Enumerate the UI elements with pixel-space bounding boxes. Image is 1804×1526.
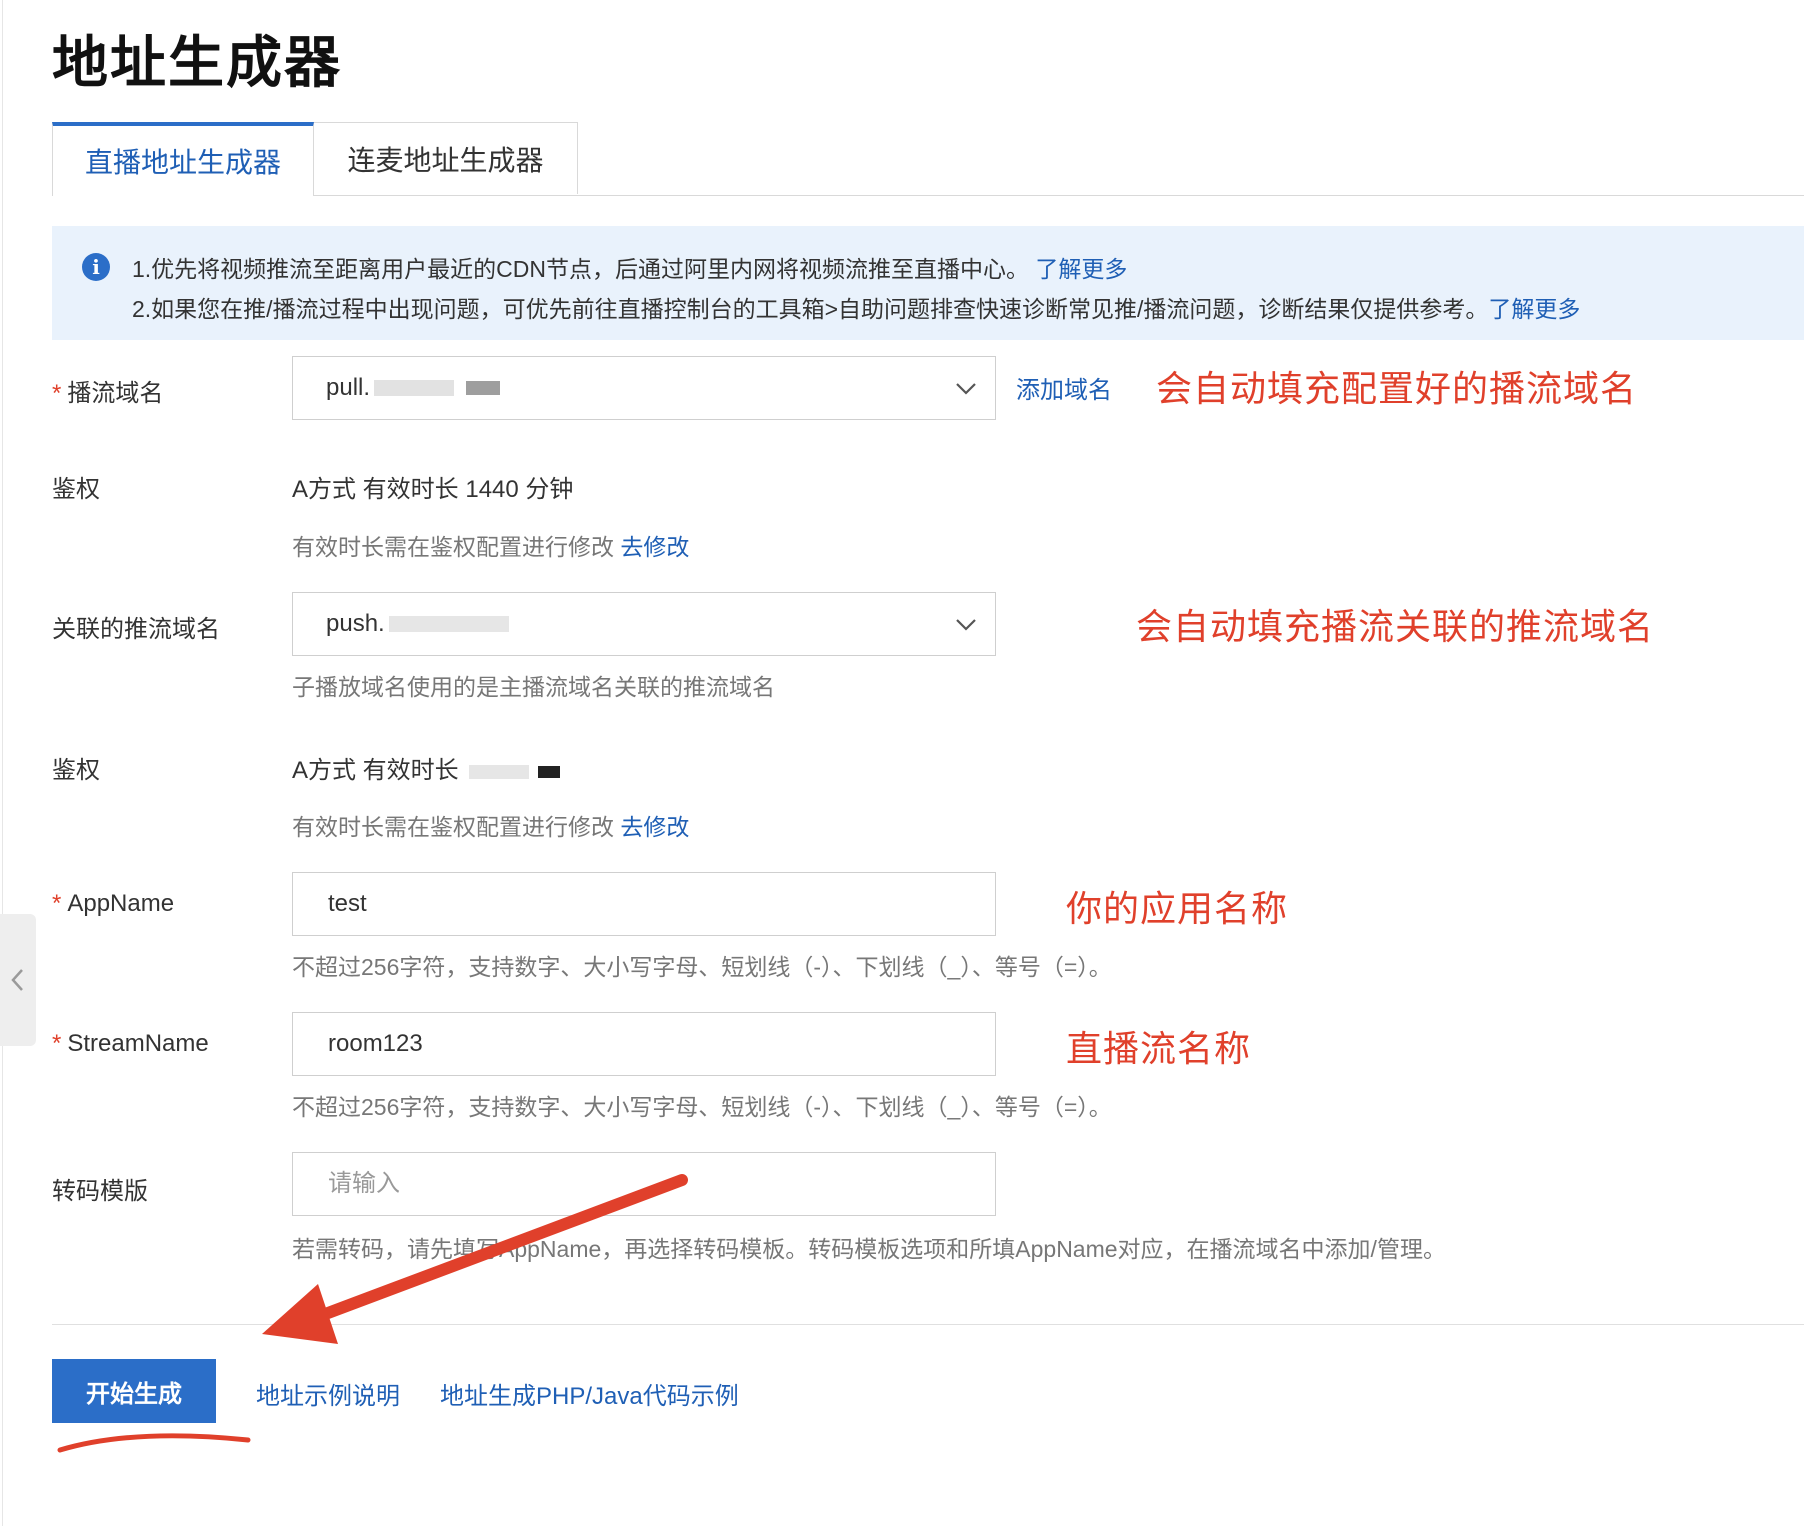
- streamname-hint: 不超过256字符，支持数字、大小写字母、短划线（-）、下划线（_）、等号（=）。: [292, 1094, 1112, 1120]
- transcode-hint: 若需转码，请先填写AppName，再选择转码模板。转码模板选项和所填AppNam…: [292, 1236, 1446, 1262]
- required-mark: *: [52, 1030, 62, 1057]
- redacted-text: [374, 380, 455, 396]
- annotation-underline-icon: [57, 1433, 251, 1453]
- chevron-left-icon: [11, 969, 23, 991]
- annotation-arrowhead-icon: [262, 1284, 338, 1344]
- tab-mic-address-generator[interactable]: 连麦地址生成器: [314, 122, 578, 194]
- transcode-label: 转码模版: [52, 1178, 148, 1205]
- chevron-down-icon: [956, 619, 976, 631]
- learn-more-link-2[interactable]: 了解更多: [1488, 296, 1580, 322]
- auth-hint-2-text: 有效时长需在鉴权配置进行修改: [292, 814, 614, 840]
- auth-label-2: 鉴权: [52, 757, 100, 784]
- redacted-text: [388, 616, 509, 632]
- auth-value-1: A方式 有效时长 1440 分钟: [292, 476, 574, 503]
- code-example-link[interactable]: 地址生成PHP/Java代码示例: [440, 1376, 739, 1411]
- auth-hint-1: 有效时长需在鉴权配置进行修改 去修改: [292, 528, 689, 562]
- annotation-streamname: 直播流名称: [1066, 1028, 1252, 1069]
- auth-hint-1-text: 有效时长需在鉴权配置进行修改: [292, 534, 614, 560]
- pull-domain-label: * 播流域名: [52, 373, 163, 408]
- streamname-input[interactable]: [292, 1012, 996, 1076]
- auth-value-2-text: A方式 有效时长: [292, 757, 459, 784]
- info-line-1-text: 1.优先将视频推流至距离用户最近的CDN节点，后通过阿里内网将视频流推至直播中心…: [132, 256, 1030, 282]
- streamname-label: * StreamName: [52, 1030, 209, 1058]
- push-domain-select[interactable]: push.: [292, 592, 996, 656]
- auth-hint-2: 有效时长需在鉴权配置进行修改 去修改: [292, 808, 689, 842]
- streamname-input-field[interactable]: [326, 1029, 995, 1059]
- modify-link-1[interactable]: 去修改: [620, 534, 689, 560]
- appname-label: * AppName: [52, 890, 174, 918]
- annotation-pull-domain: 会自动填充配置好的播流域名: [1156, 368, 1638, 409]
- start-generate-button[interactable]: 开始生成: [52, 1359, 216, 1423]
- transcode-input-field[interactable]: [326, 1169, 995, 1199]
- address-example-link[interactable]: 地址示例说明: [256, 1376, 400, 1411]
- page-title: 地址生成器: [52, 31, 342, 94]
- required-mark: *: [52, 380, 62, 407]
- tab-live-address-generator[interactable]: 直播地址生成器: [52, 122, 314, 196]
- annotation-push-domain: 会自动填充播流关联的推流域名: [1136, 606, 1655, 647]
- pull-domain-value: pull.: [326, 374, 371, 401]
- info-icon: i: [82, 253, 110, 281]
- redacted-text: [538, 765, 561, 778]
- sidebar-collapse-handle[interactable]: [0, 914, 36, 1046]
- pull-domain-select[interactable]: pull.: [292, 356, 996, 420]
- page-left-edge: [2, 0, 3, 1526]
- learn-more-link-1[interactable]: 了解更多: [1035, 256, 1127, 282]
- appname-hint: 不超过256字符，支持数字、大小写字母、短划线（-）、下划线（_）、等号（=）。: [292, 954, 1112, 980]
- tab-divider: [52, 195, 1804, 196]
- appname-label-text: AppName: [67, 890, 175, 917]
- chevron-down-icon: [956, 383, 976, 395]
- add-domain-link[interactable]: 添加域名: [1016, 370, 1112, 405]
- required-mark: *: [52, 890, 62, 917]
- info-line-1: 1.优先将视频推流至距离用户最近的CDN节点，后通过阿里内网将视频流推至直播中心…: [132, 250, 1127, 284]
- info-banner: i 1.优先将视频推流至距离用户最近的CDN节点，后通过阿里内网将视频流推至直播…: [52, 226, 1804, 340]
- generator-tabs: 直播地址生成器 连麦地址生成器: [52, 122, 578, 196]
- appname-input-field[interactable]: [326, 889, 995, 919]
- redacted-text: [466, 381, 501, 395]
- push-domain-label: 关联的推流域名: [52, 616, 220, 643]
- auth-value-2: A方式 有效时长: [292, 750, 561, 785]
- modify-link-2[interactable]: 去修改: [620, 814, 689, 840]
- appname-input[interactable]: [292, 872, 996, 936]
- push-domain-hint: 子播放域名使用的是主播流域名关联的推流域名: [292, 674, 775, 700]
- annotation-appname: 你的应用名称: [1066, 888, 1289, 929]
- info-line-2-text: 2.如果您在推/播流过程中出现问题，可优先前往直播控制台的工具箱>自助问题排查快…: [132, 296, 1489, 322]
- auth-label-1: 鉴权: [52, 476, 100, 503]
- push-domain-value: push.: [326, 610, 385, 637]
- info-line-2: 2.如果您在推/播流过程中出现问题，可优先前往直播控制台的工具箱>自助问题排查快…: [132, 290, 1580, 324]
- transcode-input[interactable]: [292, 1152, 996, 1216]
- redacted-text: [469, 764, 530, 779]
- footer-divider: [52, 1324, 1804, 1325]
- streamname-label-text: StreamName: [67, 1030, 209, 1057]
- pull-domain-label-text: 播流域名: [67, 380, 164, 407]
